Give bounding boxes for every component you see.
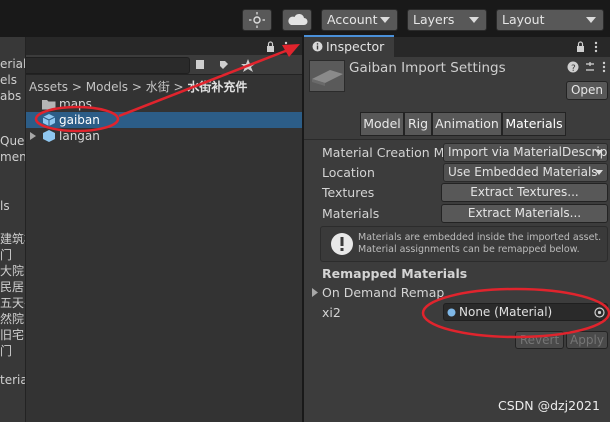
annotation-circle (421, 287, 610, 339)
annotation-arrow (118, 48, 289, 118)
annotation-circle (34, 105, 120, 133)
annotation-overlay (34, 44, 610, 339)
